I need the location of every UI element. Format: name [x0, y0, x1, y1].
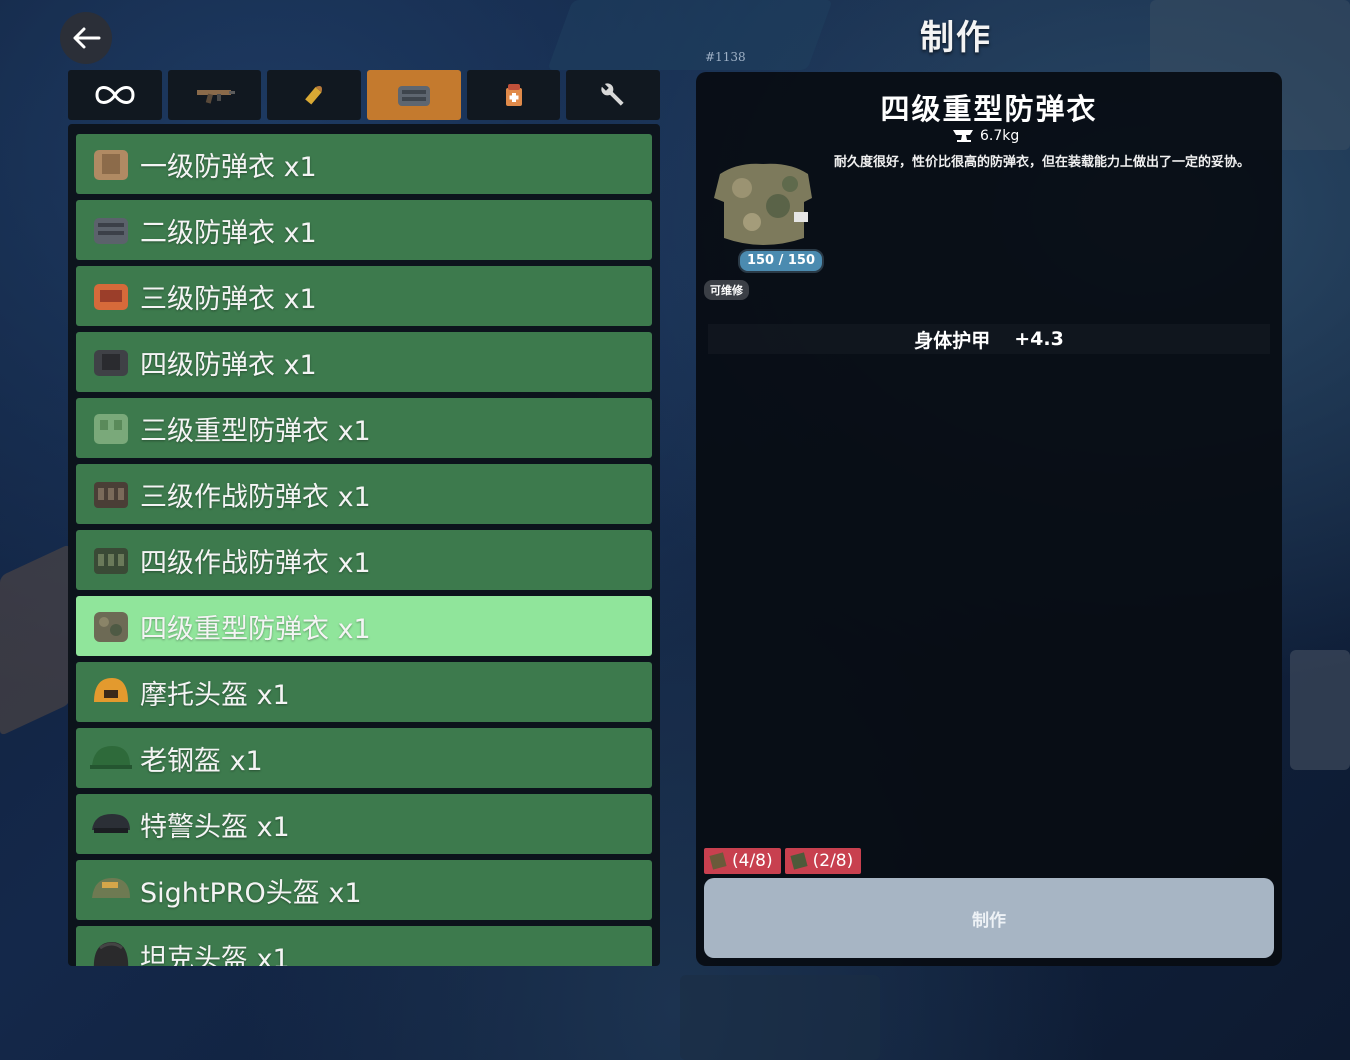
item-weight: 6.7kg	[980, 128, 1020, 144]
list-item-label: 特警头盔 x1	[140, 811, 290, 843]
anvil-icon	[953, 130, 973, 142]
swat-helmet-icon	[92, 814, 130, 833]
vest-dark-icon	[94, 350, 128, 376]
vest-orange-icon	[94, 284, 128, 310]
background-structure	[547, 0, 833, 70]
item-description: 耐久度很好，性价比很高的防弹衣，但在装载能力上做出了一定的妥协。	[834, 155, 1251, 170]
list-item-label: 摩托头盔 x1	[140, 679, 290, 711]
list-item[interactable]: 老钢盔 x1	[76, 728, 652, 788]
weight-row: 6.7kg	[952, 128, 1019, 144]
list-item-label: SightPRO头盔 x1	[140, 877, 362, 909]
list-item[interactable]: 一级防弹衣 x1	[76, 134, 652, 194]
vest-combat-icon	[94, 482, 128, 508]
vest-combat-camo-icon	[94, 548, 128, 574]
list-item[interactable]: 二级防弹衣 x1	[76, 200, 652, 260]
page-title: 制作	[920, 18, 992, 58]
heavy-armor-vest-image	[714, 163, 812, 245]
list-item[interactable]: 坦克头盔 x1	[76, 926, 652, 966]
required-materials: (4/8) (2/8)	[704, 848, 862, 874]
list-item-label: 坦克头盔 x1	[140, 943, 290, 967]
craft-list: 一级防弹衣 x1 二级防弹衣 x1 三级防弹衣 x1 四级防弹衣 x1 三级重型…	[68, 124, 660, 966]
list-item-label: 三级防弹衣 x1	[140, 283, 317, 315]
list-item-label: 二级防弹衣 x1	[140, 217, 317, 249]
medkit-icon	[505, 84, 522, 106]
list-item-label: 三级重型防弹衣 x1	[140, 415, 371, 447]
category-tabs	[68, 70, 661, 122]
list-item-label: 一级防弹衣 x1	[140, 151, 317, 183]
book-icon	[709, 852, 727, 870]
list-item-label: 四级作战防弹衣 x1	[140, 547, 371, 579]
book-icon	[790, 852, 808, 870]
stat-label: 身体护甲	[914, 329, 991, 352]
list-item[interactable]: 三级重型防弹衣 x1	[76, 398, 652, 458]
motorcycle-helmet-icon	[94, 678, 128, 702]
list-item-label: 四级防弹衣 x1	[140, 349, 317, 381]
rifle-icon	[196, 90, 235, 104]
bullet-icon	[305, 86, 323, 105]
vest-gray-icon	[94, 218, 128, 244]
material-count: (4/8)	[732, 851, 773, 871]
durability-badge: 150 / 150	[738, 249, 824, 273]
infinity-icon	[95, 86, 135, 104]
vest-green-heavy-icon	[94, 414, 128, 444]
craft-button[interactable]: 制作	[704, 878, 1274, 958]
background-structure	[680, 975, 880, 1060]
background-structure	[0, 543, 70, 737]
stat-value: +4.3	[1014, 328, 1064, 350]
tab-armor[interactable]	[367, 70, 461, 120]
list-item-label: 四级重型防弹衣 x1	[140, 613, 371, 645]
back-button[interactable]	[60, 12, 112, 64]
list-item-label: 老钢盔 x1	[140, 745, 263, 777]
tab-all[interactable]	[68, 70, 162, 120]
armor-vest-icon	[397, 86, 430, 106]
list-item-label: 三级作战防弹衣 x1	[140, 481, 371, 513]
id-tag: #1138	[705, 50, 746, 64]
item-detail-panel: 四级重型防弹衣 6.7kg 150 / 150 可维修 耐久度很好，性价比很高的…	[696, 72, 1282, 966]
material-tag: (2/8)	[784, 848, 862, 874]
vest-tan-icon	[94, 150, 128, 180]
sightpro-helmet-icon	[92, 878, 130, 898]
list-item[interactable]: 特警头盔 x1	[76, 794, 652, 854]
steel-helmet-icon	[90, 746, 132, 769]
repairable-badge: 可维修	[704, 280, 749, 300]
vest-camo-heavy-icon	[94, 612, 128, 642]
list-item[interactable]: 四级作战防弹衣 x1	[76, 530, 652, 590]
tank-helmet-icon	[93, 942, 129, 966]
list-item[interactable]: 摩托头盔 x1	[76, 662, 652, 722]
item-name: 四级重型防弹衣	[880, 92, 1098, 126]
tab-ammo[interactable]	[267, 70, 362, 120]
arrow-left-icon	[73, 27, 101, 49]
tab-medical[interactable]	[466, 70, 561, 120]
stat-row: 身体护甲 +4.3	[708, 324, 1270, 354]
material-tag: (4/8)	[704, 848, 781, 874]
list-item[interactable]: 三级防弹衣 x1	[76, 266, 652, 326]
list-item[interactable]: 四级防弹衣 x1	[76, 332, 652, 392]
list-item[interactable]: 三级作战防弹衣 x1	[76, 464, 652, 524]
tab-tools[interactable]	[566, 70, 661, 120]
background-structure	[1290, 650, 1350, 770]
tab-weapons[interactable]	[167, 70, 262, 120]
list-item-selected[interactable]: 四级重型防弹衣 x1	[76, 596, 652, 656]
wrench-icon	[601, 83, 624, 106]
material-count: (2/8)	[812, 851, 854, 871]
list-item[interactable]: SightPRO头盔 x1	[76, 860, 652, 920]
